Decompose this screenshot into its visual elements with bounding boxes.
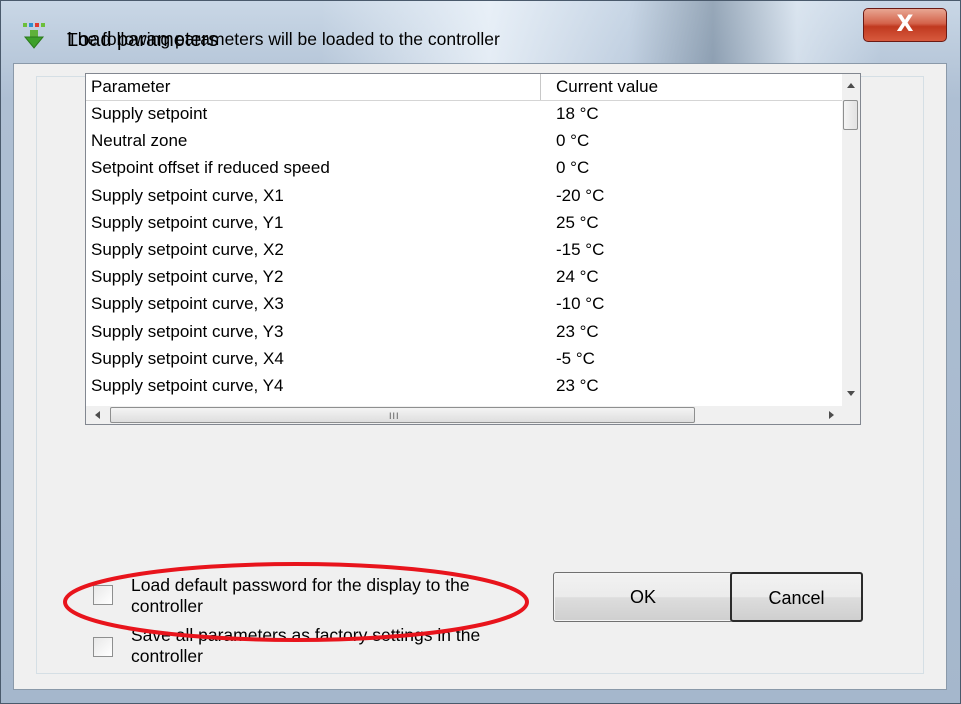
horizontal-scrollbar[interactable]: III (86, 406, 842, 424)
close-icon: X (896, 12, 914, 37)
parameter-name: Supply setpoint curve, Y4 (91, 375, 284, 395)
table-row[interactable]: Supply setpoint curve, Y2 24 °C (86, 263, 842, 290)
arrow-down-icon (847, 391, 855, 396)
table-row[interactable]: Supply setpoint curve, Y1 25 °C (86, 209, 842, 236)
parameter-name: Supply setpoint curve, X3 (91, 294, 284, 314)
parameter-value: 23 °C (556, 321, 599, 341)
parameter-name: Supply setpoint curve, X4 (91, 348, 284, 368)
scroll-grip-icon: III (389, 411, 400, 421)
parameters-list[interactable]: Parameter Current value Supply setpoint 1… (85, 73, 861, 425)
parameter-name: Supply setpoint (91, 104, 208, 123)
parameter-value: -5 °C (556, 348, 595, 368)
parameter-value: -15 °C (556, 239, 605, 259)
parameter-value: 24 °C (556, 267, 599, 287)
parameter-name: Supply setpoint curve, Y2 (91, 267, 284, 287)
parameter-name: Setpoint offset if reduced speed (91, 158, 330, 178)
scroll-down-button[interactable] (842, 384, 860, 404)
parameter-name: Neutral zone (91, 131, 188, 151)
load-parameters-icon (23, 23, 45, 49)
vertical-scrollbar[interactable] (842, 74, 860, 406)
table-row[interactable]: Supply setpoint 18 °C (86, 100, 842, 127)
parameter-value: 18 °C (556, 104, 599, 123)
list-header: Parameter Current value (86, 74, 842, 101)
parameter-value: -20 °C (556, 185, 605, 205)
parameter-value: -10 °C (556, 294, 605, 314)
table-row[interactable]: Setpoint offset if reduced speed 0 °C (86, 154, 842, 181)
dialog-window: Load parameters X The following paramete… (0, 0, 961, 704)
arrow-left-icon (95, 411, 100, 419)
column-header-current-value[interactable]: Current value (542, 74, 842, 100)
parameter-name: Supply setpoint curve, Y1 (91, 212, 284, 232)
parameter-value: 23 °C (556, 375, 599, 395)
table-row[interactable]: Supply setpoint curve, X2 -15 °C (86, 236, 842, 263)
table-row[interactable]: Supply setpoint curve, X3 -10 °C (86, 290, 842, 317)
horizontal-scroll-thumb[interactable]: III (110, 407, 695, 423)
parameter-value: 0 °C (556, 158, 590, 178)
ok-button[interactable]: OK (553, 572, 733, 622)
parameter-name: Supply setpoint curve, X1 (91, 185, 284, 205)
table-row[interactable]: Supply setpoint curve, X4 -5 °C (86, 345, 842, 372)
parameter-name: Supply setpoint curve, Y3 (91, 321, 284, 341)
arrow-right-icon (829, 411, 834, 419)
scroll-up-button[interactable] (842, 76, 860, 96)
table-row[interactable]: Supply setpoint curve, Y4 23 °C (86, 372, 842, 399)
list-rows: Supply setpoint 18 °C Neutral zone 0 °C Se… (86, 100, 842, 424)
cancel-button[interactable]: Cancel (730, 572, 863, 622)
scrollbar-corner (842, 406, 860, 424)
close-button[interactable]: X (863, 8, 947, 42)
table-row[interactable]: Supply setpoint curve, X1 -20 °C (86, 182, 842, 209)
highlight-ellipse (63, 562, 529, 642)
arrow-up-icon (847, 83, 855, 88)
vertical-scroll-thumb[interactable] (843, 100, 858, 130)
scroll-left-button[interactable] (88, 406, 108, 424)
scroll-right-button[interactable] (822, 406, 842, 424)
table-row[interactable]: Neutral zone 0 °C (86, 127, 842, 154)
table-row[interactable]: Supply setpoint curve, Y3 23 °C (86, 318, 842, 345)
column-header-parameter[interactable]: Parameter (86, 74, 541, 100)
parameter-name: Supply setpoint curve, X2 (91, 239, 284, 259)
parameter-value: 25 °C (556, 212, 599, 232)
parameter-value: 0 °C (556, 131, 590, 151)
dialog-heading: The following parameters will be loaded … (67, 29, 500, 49)
